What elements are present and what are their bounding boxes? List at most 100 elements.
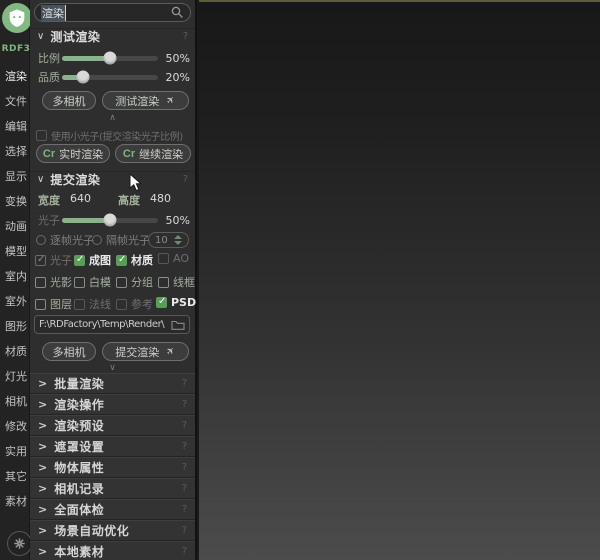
section-render-presets[interactable]: > 渲染预设 ? <box>30 415 195 435</box>
cr-realtime-render-button[interactable]: Cr 实时渲染 <box>36 144 110 163</box>
help-icon[interactable]: ? <box>182 378 187 389</box>
checkbox-psd[interactable]: PSD <box>156 296 196 309</box>
sidebar-item-render[interactable]: 渲染 <box>0 64 32 89</box>
sidebar-item-graphics[interactable]: 图形 <box>0 314 32 339</box>
width-value[interactable]: 640 <box>70 192 91 205</box>
help-icon[interactable]: ? <box>182 462 187 473</box>
section-object-properties[interactable]: > 物体属性 ? <box>30 457 195 477</box>
sidebar-item-camera[interactable]: 相机 <box>0 389 32 414</box>
sidebar-item-utility[interactable]: 实用 <box>0 439 32 464</box>
radio-label: 逐帧光子 <box>50 232 94 248</box>
sidebar-item-exterior[interactable]: 室外 <box>0 289 32 314</box>
sidebar-item-interior[interactable]: 室内 <box>0 264 32 289</box>
sidebar-item-material[interactable]: 材质 <box>0 339 32 364</box>
stepper-arrows-icon[interactable] <box>174 235 182 245</box>
photon-slider[interactable] <box>62 218 158 223</box>
section-test-render-header[interactable]: ∨ 测试渲染 ? <box>30 28 195 44</box>
help-icon[interactable]: ? <box>182 441 187 452</box>
section-submit-render-header[interactable]: ∨ 提交渲染 ? <box>30 171 195 187</box>
checkbox-layer[interactable]: 图层 <box>35 296 72 312</box>
help-icon[interactable]: ? <box>182 420 187 431</box>
folder-icon[interactable] <box>171 319 185 330</box>
sidebar-item-transform[interactable]: 变换 <box>0 189 32 214</box>
checkbox-whitemodel[interactable]: 白模 <box>74 274 111 290</box>
section-title: 批量渲染 <box>54 375 104 392</box>
quality-slider[interactable] <box>62 75 158 80</box>
cr-continue-render-button[interactable]: Cr 继续渲染 <box>115 144 191 163</box>
checkbox-label: 线框 <box>173 274 195 290</box>
sidebar-item-modify[interactable]: 修改 <box>0 414 32 439</box>
collapse-handle[interactable]: ∨ <box>30 363 195 373</box>
small-photon-checkbox[interactable]: 使用小光子(提交渲染光子比例) <box>36 128 183 143</box>
submit-multi-camera-button[interactable]: 多相机 <box>42 342 96 361</box>
radio-per-frame-photon[interactable]: 逐帧光子 <box>36 232 94 248</box>
help-icon[interactable]: ? <box>183 31 188 42</box>
viewport-3d[interactable] <box>199 0 600 560</box>
help-icon[interactable]: ? <box>182 399 187 410</box>
checkbox-wireframe[interactable]: 线框 <box>158 274 195 290</box>
slider-thumb[interactable] <box>77 71 90 84</box>
sidebar-item-model[interactable]: 模型 <box>0 239 32 264</box>
viewport-top-edge <box>199 0 600 2</box>
checkbox-shadow[interactable]: 光影 <box>35 274 72 290</box>
checkbox-row-3: 图层 法线 参考 PSD <box>30 296 195 312</box>
help-icon[interactable]: ? <box>182 504 187 515</box>
section-full-checkup[interactable]: > 全面体检 ? <box>30 499 195 519</box>
quality-value: 20% <box>160 71 190 84</box>
mouse-cursor <box>129 173 143 197</box>
section-local-assets[interactable]: > 本地素材 ? <box>30 541 195 560</box>
frame-interval-stepper[interactable]: 10 <box>148 232 189 248</box>
chevron-up-icon: ∧ <box>109 113 116 123</box>
sidebar-item-light[interactable]: 灯光 <box>0 364 32 389</box>
section-mask-settings[interactable]: > 遮罩设置 ? <box>30 436 195 456</box>
help-icon[interactable]: ? <box>182 525 187 536</box>
quality-slider-row: 品质 20% <box>30 69 195 85</box>
scale-slider[interactable] <box>62 56 158 61</box>
sidebar-item-file[interactable]: 文件 <box>0 89 32 114</box>
submit-render-button[interactable]: 提交渲染 ✈ <box>102 342 189 361</box>
radio-interval-frame-photon[interactable]: 隔帧光子 <box>92 232 150 248</box>
section-camera-records[interactable]: > 相机记录 ? <box>30 478 195 498</box>
slider-thumb[interactable] <box>104 214 117 227</box>
checkbox-label: 白模 <box>89 274 111 290</box>
sidebar-item-display[interactable]: 显示 <box>0 164 32 189</box>
gear-icon <box>13 537 26 550</box>
checkbox-label: 光影 <box>50 274 72 290</box>
sidebar-item-edit[interactable]: 编辑 <box>0 114 32 139</box>
checkbox-ao[interactable]: AO <box>158 252 189 265</box>
checkbox-normal[interactable]: 法线 <box>74 296 111 312</box>
app-logo[interactable] <box>2 3 32 33</box>
sidebar-item-assets[interactable]: 素材 <box>0 489 32 514</box>
test-render-button[interactable]: 测试渲染 ✈ <box>102 91 189 110</box>
checkbox-box <box>74 277 85 288</box>
checkbox-group[interactable]: 分组 <box>116 274 153 290</box>
checkbox-box <box>74 299 85 310</box>
section-render-operations[interactable]: > 渲染操作 ? <box>30 394 195 414</box>
checkbox-label: 分组 <box>131 274 153 290</box>
help-icon[interactable]: ? <box>183 174 188 185</box>
sidebar-item-animation[interactable]: 动画 <box>0 214 32 239</box>
resolution-row: 宽度 640 高度 480 <box>30 192 195 208</box>
checkbox-photon[interactable]: 光子 <box>35 252 72 268</box>
chevron-right-icon: > <box>38 377 47 390</box>
search-input[interactable]: 渲染 <box>34 3 191 22</box>
collapse-handle[interactable]: ∧ <box>30 113 195 123</box>
checkbox-label: PSD <box>171 296 196 309</box>
brand-label[interactable]: RDF3 <box>0 44 32 54</box>
output-path-field[interactable]: F:\RDFactory\Temp\Render\ <box>34 315 190 334</box>
settings-button[interactable] <box>7 531 32 556</box>
section-batch-render[interactable]: > 批量渲染 ? <box>30 373 195 393</box>
height-value[interactable]: 480 <box>150 192 171 205</box>
sidebar-item-select[interactable]: 选择 <box>0 139 32 164</box>
checkbox-image[interactable]: 成图 <box>74 252 111 268</box>
checkbox-label: 成图 <box>89 252 111 268</box>
checkbox-reference[interactable]: 参考 <box>116 296 153 312</box>
slider-thumb[interactable] <box>104 52 117 65</box>
checkbox-material[interactable]: 材质 <box>116 252 153 268</box>
help-icon[interactable]: ? <box>182 546 187 557</box>
scale-label: 比例 <box>38 50 60 66</box>
sidebar-item-other[interactable]: 其它 <box>0 464 32 489</box>
help-icon[interactable]: ? <box>182 483 187 494</box>
section-scene-auto-optimize[interactable]: > 场景自动优化 ? <box>30 520 195 540</box>
test-multi-camera-button[interactable]: 多相机 <box>42 91 96 110</box>
